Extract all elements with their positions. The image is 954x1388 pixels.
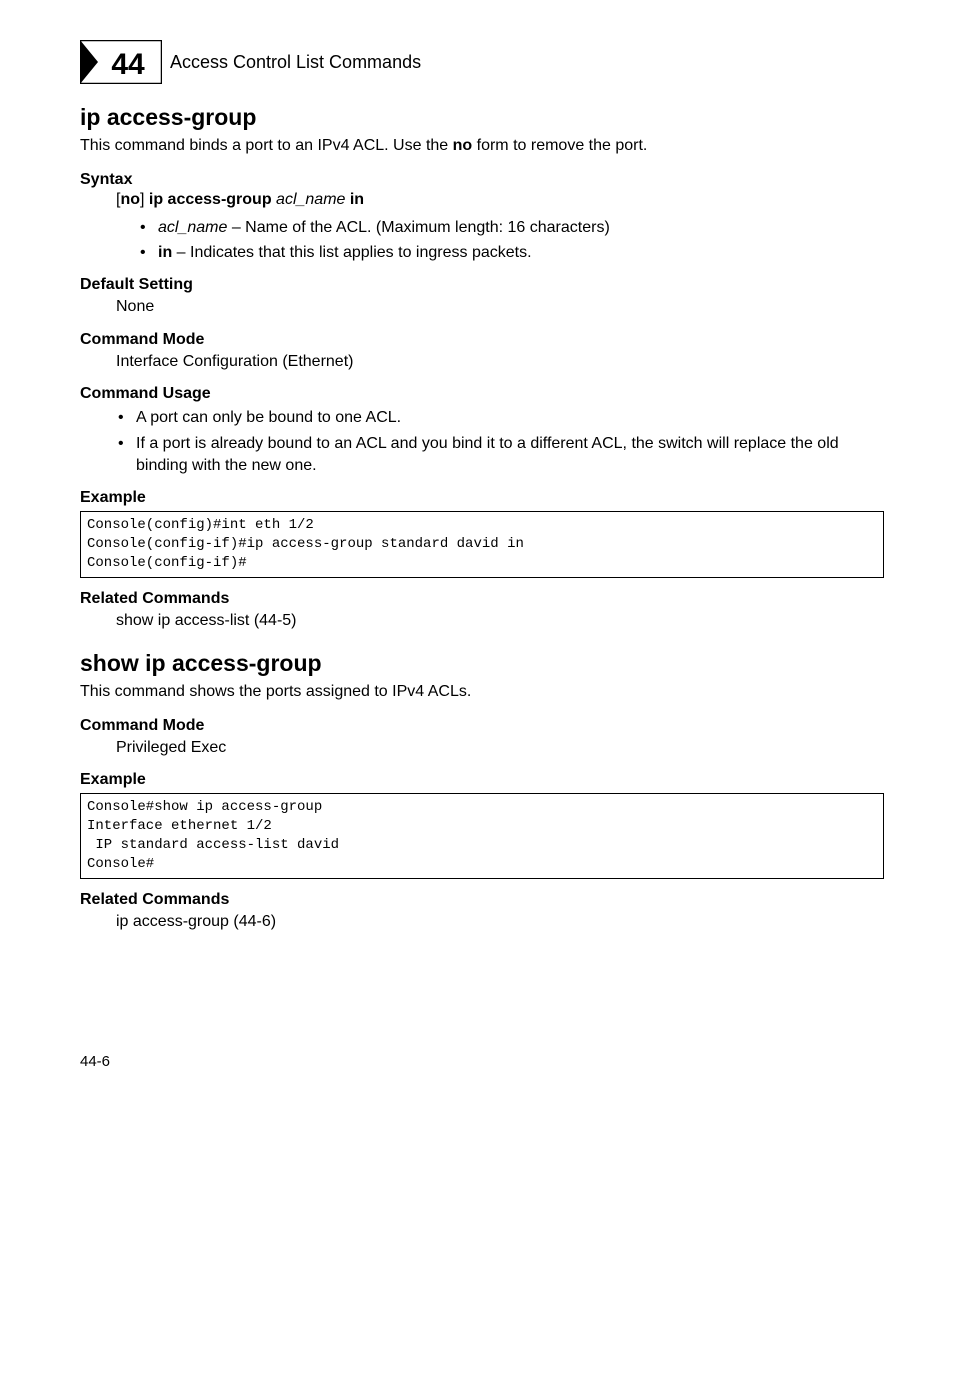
- example-code-block: Console#show ip access-group Interface e…: [80, 793, 884, 879]
- syntax-opt: in: [350, 191, 364, 208]
- page-number: 44-6: [80, 1053, 884, 1070]
- param-item: in – Indicates that this list applies to…: [158, 242, 884, 264]
- mode-heading: Command Mode: [80, 717, 884, 735]
- syntax-bracket-close: ]: [140, 191, 149, 208]
- param-name: in: [158, 244, 172, 261]
- chapter-number-icon: 44: [80, 40, 162, 84]
- example-heading: Example: [80, 489, 884, 507]
- syntax-line: [no] ip access-group acl_name in: [116, 191, 884, 209]
- lead-text-pre: This command binds a port to an IPv4 ACL…: [80, 137, 453, 154]
- param-name: acl_name: [158, 219, 227, 236]
- command-title: ip access-group: [80, 104, 884, 131]
- syntax-heading: Syntax: [80, 171, 884, 189]
- syntax-no: no: [120, 191, 140, 208]
- usage-heading: Command Usage: [80, 385, 884, 403]
- param-desc: Indicates that this list applies to ingr…: [190, 244, 532, 261]
- related-value: ip access-group (44-6): [116, 911, 884, 933]
- command-description: This command binds a port to an IPv4 ACL…: [80, 135, 884, 157]
- related-heading: Related Commands: [80, 590, 884, 608]
- default-heading: Default Setting: [80, 276, 884, 294]
- svg-text:44: 44: [111, 48, 145, 81]
- usage-item: A port can only be bound to one ACL.: [136, 407, 884, 429]
- lead-text-bold: no: [453, 137, 473, 154]
- mode-value: Privileged Exec: [116, 737, 884, 759]
- example-code-block: Console(config)#int eth 1/2 Console(conf…: [80, 511, 884, 578]
- param-item: acl_name – Name of the ACL. (Maximum len…: [158, 217, 884, 239]
- related-heading: Related Commands: [80, 891, 884, 909]
- default-value: None: [116, 296, 884, 318]
- chapter-title: Access Control List Commands: [170, 52, 421, 73]
- param-list: acl_name – Name of the ACL. (Maximum len…: [80, 217, 884, 265]
- command-title: show ip access-group: [80, 650, 884, 677]
- usage-list: A port can only be bound to one ACL. If …: [80, 407, 884, 477]
- command-description: This command shows the ports assigned to…: [80, 681, 884, 703]
- param-sep: –: [227, 219, 245, 236]
- param-desc: Name of the ACL. (Maximum length: 16 cha…: [245, 219, 610, 236]
- syntax-arg: acl_name: [272, 191, 350, 208]
- example-heading: Example: [80, 771, 884, 789]
- mode-value: Interface Configuration (Ethernet): [116, 351, 884, 373]
- param-sep: –: [172, 244, 190, 261]
- mode-heading: Command Mode: [80, 331, 884, 349]
- chapter-header: 44 Access Control List Commands: [80, 40, 884, 84]
- usage-item: If a port is already bound to an ACL and…: [136, 433, 884, 478]
- related-value: show ip access-list (44-5): [116, 610, 884, 632]
- syntax-cmd: ip access-group: [149, 191, 272, 208]
- lead-text-post: form to remove the port.: [472, 137, 647, 154]
